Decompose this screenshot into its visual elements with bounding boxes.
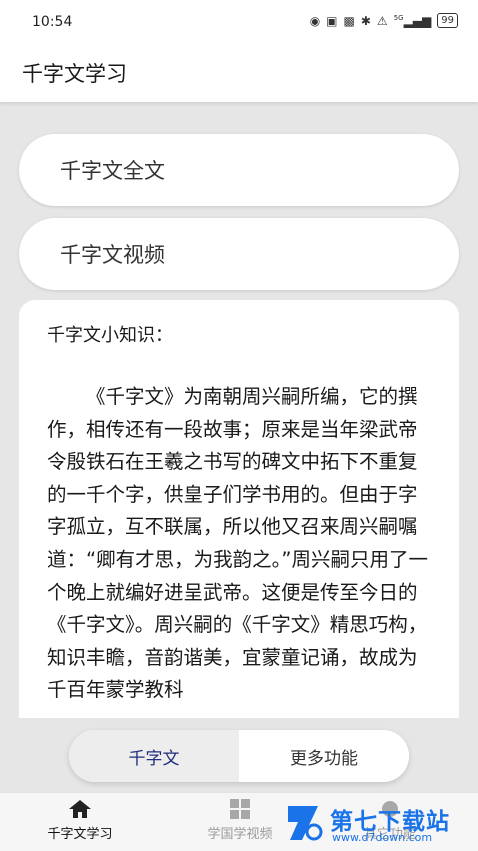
- video-button[interactable]: 千字文视频: [19, 218, 459, 290]
- nav-item-video[interactable]: 学国学视频: [180, 799, 300, 842]
- home-icon: [69, 800, 91, 818]
- tab-more-features[interactable]: 更多功能: [239, 730, 409, 782]
- nfc-icon: ▣: [326, 13, 338, 28]
- grid-icon: [230, 799, 250, 819]
- hd-icon: ◉: [309, 13, 321, 28]
- status-time: 10:54: [32, 14, 73, 30]
- status-icons: ◉ ▣ ▩ ✱ ⚠ 5G▂▄▆ 99: [310, 13, 458, 28]
- video-label: 千字文视频: [60, 243, 165, 267]
- nav-item-study[interactable]: 千字文学习: [20, 799, 140, 842]
- trivia-heading: 千字文小知识：: [47, 325, 173, 346]
- status-bar: 10:54 ◉ ▣ ▩ ✱ ⚠ 5G▂▄▆ 99: [0, 0, 478, 44]
- page-title: 千字文学习: [22, 62, 127, 86]
- nav-label-study: 千字文学习: [47, 827, 113, 842]
- full-text-button[interactable]: 千字文全文: [19, 134, 459, 206]
- vibrate-icon: ▩: [343, 13, 355, 28]
- nav-label-video: 学国学视频: [207, 827, 273, 842]
- bluetooth-icon: ✱: [360, 13, 371, 28]
- watermark-url: www.d7down.com: [332, 831, 433, 844]
- trivia-card[interactable]: 千字文小知识： 《千字文》为南朝周兴嗣所编，它的撰作，相传还有一段故事；原来是当…: [19, 300, 459, 718]
- segmented-tabs: 千字文 更多功能: [69, 730, 409, 782]
- watermark: 第七下载站 www.d7down.com: [284, 800, 474, 848]
- signal-icon: 5G▂▄▆: [393, 13, 432, 28]
- trivia-body: 《千字文》为南朝周兴嗣所编，它的撰作，相传还有一段故事；原来是当年梁武帝令殷铁石…: [47, 385, 428, 702]
- full-text-label: 千字文全文: [60, 159, 165, 183]
- mute-icon: ⚠: [376, 13, 388, 28]
- battery-icon: 99: [437, 13, 458, 28]
- signal-label: 5G: [393, 13, 404, 22]
- app-bar: 千字文学习: [0, 44, 478, 102]
- tab-qianziwen[interactable]: 千字文: [69, 730, 239, 782]
- watermark-logo-icon: [288, 806, 323, 841]
